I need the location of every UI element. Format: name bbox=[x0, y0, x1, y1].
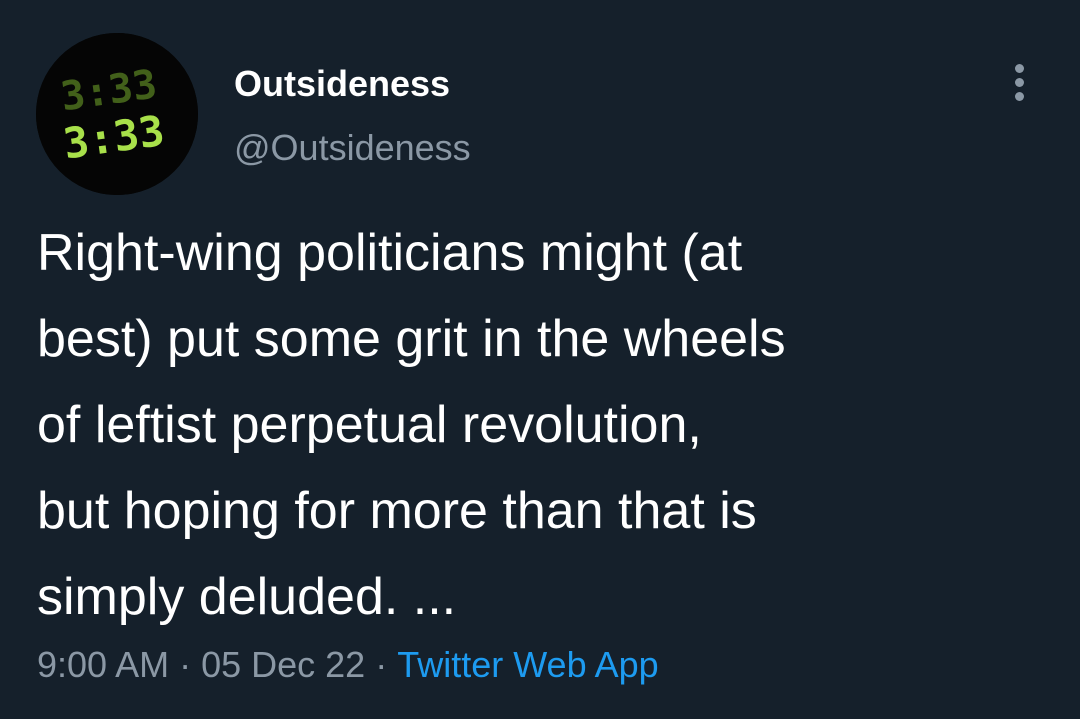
separator: · bbox=[375, 644, 388, 685]
tweet-date[interactable]: 05 Dec 22 bbox=[201, 644, 365, 685]
tweet-text: Right-wing politicians might (at best) p… bbox=[37, 224, 786, 626]
more-dot bbox=[1015, 64, 1024, 73]
avatar[interactable]: 3:33 3:33 bbox=[36, 33, 198, 195]
more-vertical-icon[interactable] bbox=[1000, 60, 1040, 104]
tweet-card: 3:33 3:33 Outsideness @Outsideness Right… bbox=[0, 0, 1080, 719]
user-handle[interactable]: @Outsideness bbox=[234, 126, 471, 170]
avatar-image: 3:33 3:33 bbox=[36, 33, 198, 195]
tweet-time[interactable]: 9:00 AM bbox=[37, 644, 169, 685]
separator: · bbox=[179, 644, 192, 685]
display-name[interactable]: Outsideness bbox=[234, 62, 450, 106]
tweet-source-link[interactable]: Twitter Web App bbox=[397, 644, 658, 685]
more-dot bbox=[1015, 78, 1024, 87]
more-dot bbox=[1015, 92, 1024, 101]
tweet-meta: 9:00 AM · 05 Dec 22 · Twitter Web App bbox=[37, 641, 659, 689]
